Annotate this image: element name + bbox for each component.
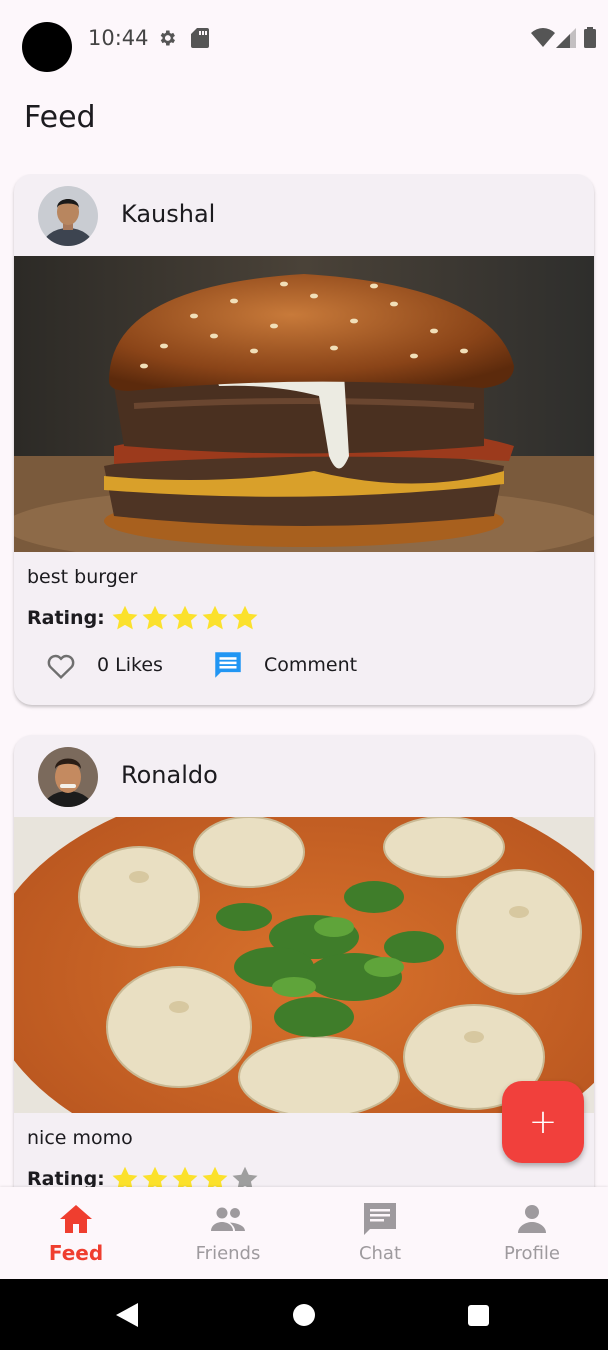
home-icon: [60, 1205, 92, 1233]
nav-label: Friends: [195, 1243, 261, 1264]
rating-row: Rating:: [14, 598, 594, 638]
star-icon: [232, 1166, 258, 1187]
nav-label: Feed: [48, 1241, 104, 1265]
feed-list[interactable]: Kaushal best burger Rating: 0 Likes Comm…: [0, 174, 608, 1187]
post-header: Ronaldo: [14, 735, 594, 817]
rating-row: Rating:: [14, 1159, 594, 1187]
star-icon: [232, 605, 258, 630]
nav-label: Profile: [504, 1243, 560, 1264]
nav-chat[interactable]: Chat: [304, 1187, 456, 1279]
rating-label: Rating:: [27, 607, 105, 629]
star-icon: [112, 1166, 138, 1187]
post-author[interactable]: Kaushal: [121, 200, 215, 228]
star-icon: [172, 605, 198, 630]
nav-feed[interactable]: Feed: [0, 1187, 152, 1279]
chat-icon: [364, 1203, 396, 1235]
status-bar: 10:44: [0, 0, 608, 80]
page-title: Feed: [24, 100, 96, 135]
burger-photo: [14, 256, 594, 552]
comment-icon[interactable]: [211, 648, 245, 682]
plus-icon: +: [528, 1102, 558, 1142]
wifi-icon: [531, 28, 555, 47]
system-navigation-bar: [0, 1279, 608, 1350]
post-actions: 0 Likes Comment: [14, 638, 594, 702]
settings-gear-icon: [160, 30, 175, 46]
camera-cutout: [22, 22, 72, 72]
rating-stars: [111, 604, 261, 632]
post-header: Kaushal: [14, 174, 594, 256]
star-icon: [202, 605, 228, 630]
star-icon: [172, 1166, 198, 1187]
nav-friends[interactable]: Friends: [152, 1187, 304, 1279]
post-caption: best burger: [27, 566, 138, 588]
avatar[interactable]: [38, 186, 98, 246]
status-time: 10:44: [88, 26, 149, 50]
bottom-navigation: Feed Friends Chat Profile: [0, 1187, 608, 1279]
post-author[interactable]: Ronaldo: [121, 761, 218, 789]
recent-apps-icon[interactable]: [468, 1305, 489, 1326]
star-icon: [112, 605, 138, 630]
battery-icon: [584, 27, 596, 48]
star-icon: [142, 605, 168, 630]
comment-button[interactable]: Comment: [264, 654, 357, 676]
add-post-button[interactable]: +: [502, 1081, 584, 1163]
momo-photo: [14, 817, 594, 1113]
person-icon: [518, 1205, 546, 1233]
back-icon[interactable]: [116, 1303, 138, 1327]
rating-stars: [111, 1165, 261, 1187]
post-card[interactable]: Kaushal best burger Rating: 0 Likes Comm…: [14, 174, 594, 705]
nav-label: Chat: [358, 1243, 402, 1264]
avatar[interactable]: [38, 747, 98, 807]
star-icon: [142, 1166, 168, 1187]
home-button-icon[interactable]: [293, 1304, 315, 1326]
nav-profile[interactable]: Profile: [456, 1187, 608, 1279]
cell-signal-icon: [556, 28, 576, 48]
sd-card-icon: [191, 28, 209, 48]
like-heart-icon[interactable]: [44, 650, 78, 682]
rating-label: Rating:: [27, 1168, 105, 1187]
people-icon: [211, 1207, 245, 1231]
likes-count[interactable]: 0 Likes: [97, 654, 163, 676]
star-icon: [202, 1166, 228, 1187]
